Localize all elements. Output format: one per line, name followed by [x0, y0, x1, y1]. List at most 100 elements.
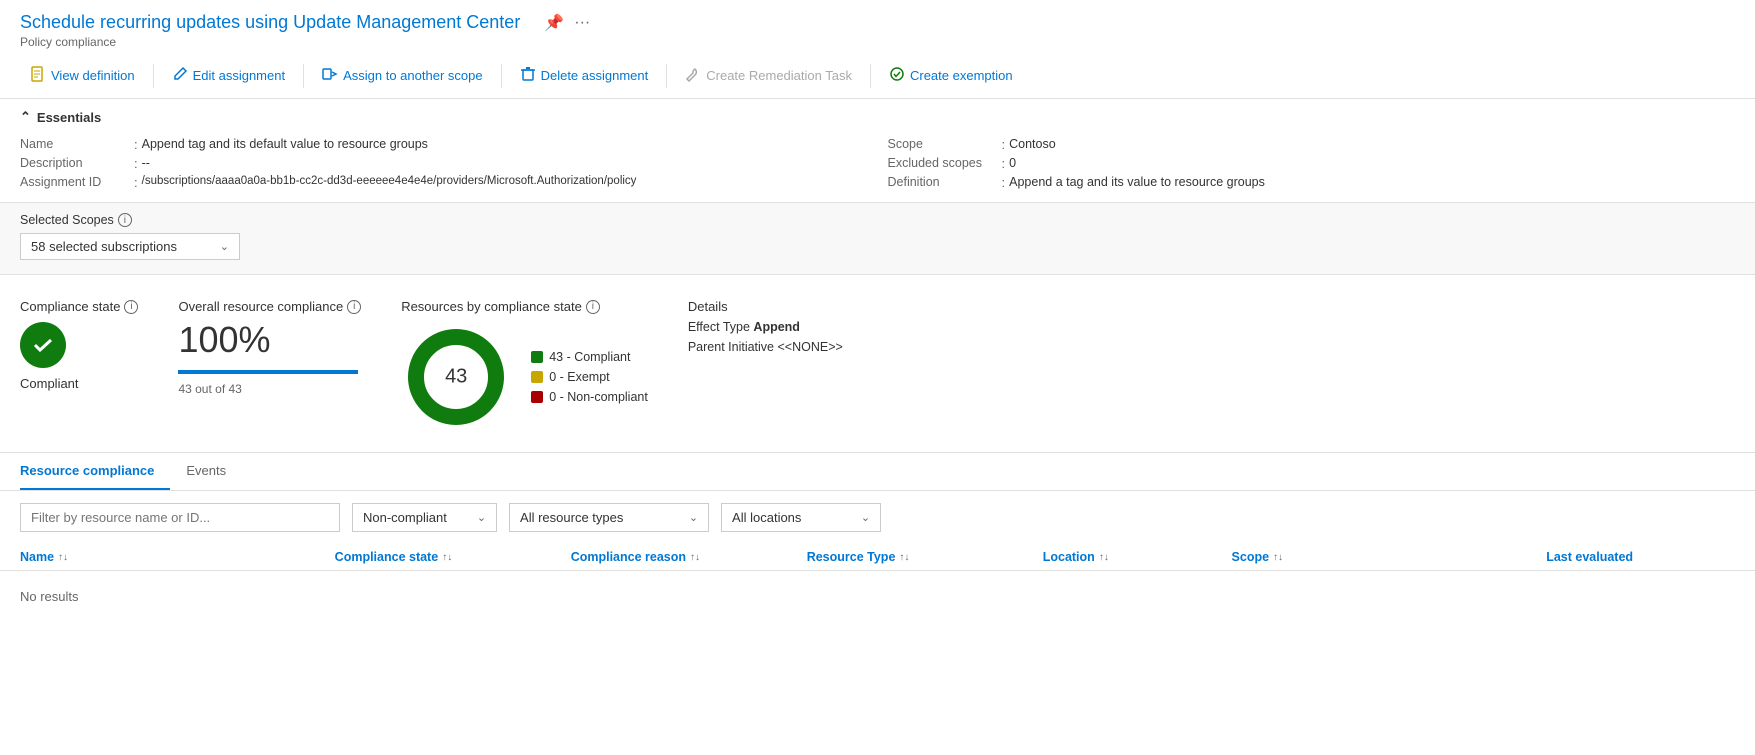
colon-3: : [134, 175, 138, 190]
overall-compliance-fraction: 43 out of 43 [178, 382, 361, 396]
assign-another-scope-label: Assign to another scope [343, 68, 482, 83]
essentials-value-scope: Contoso [1009, 137, 1056, 151]
th-compliance-state[interactable]: Compliance state ↑↓ [335, 550, 571, 564]
scopes-section: Selected Scopes i 58 selected subscripti… [0, 203, 1755, 275]
essentials-value-name: Append tag and its default value to reso… [142, 137, 428, 151]
essentials-label-scope: Scope [888, 137, 998, 151]
delete-assignment-label: Delete assignment [541, 68, 649, 83]
pencil-icon [172, 66, 188, 85]
th-scope[interactable]: Scope ↑↓ [1232, 550, 1547, 564]
th-compliance-state-label: Compliance state [335, 550, 439, 564]
essentials-label-excluded-scopes: Excluded scopes [888, 156, 998, 170]
check-circle-icon [889, 66, 905, 85]
th-location-label: Location [1043, 550, 1095, 564]
th-last-evaluated[interactable]: Last evaluated [1546, 550, 1735, 564]
donut-center-value: 43 [445, 366, 467, 389]
colon-4: : [1002, 137, 1006, 152]
donut-legend-row: 43 43 - Compliant 0 - Exempt 0 - Non-com… [401, 322, 648, 432]
view-definition-label: View definition [51, 68, 135, 83]
essentials-header[interactable]: ⌃ Essentials [20, 109, 1735, 125]
legend-exempt: 0 - Exempt [531, 370, 648, 384]
resource-type-filter-value: All resource types [520, 510, 623, 525]
colon-5: : [1002, 156, 1006, 171]
create-remediation-button[interactable]: Create Remediation Task [675, 61, 862, 90]
colon-1: : [134, 137, 138, 152]
resources-by-state-block: Resources by compliance state i 43 43 - … [401, 299, 648, 432]
chevron-down-icon: ⌄ [220, 240, 229, 253]
resource-type-filter-dropdown[interactable]: All resource types ⌄ [509, 503, 709, 532]
scope-dropdown[interactable]: 58 selected subscriptions ⌄ [20, 233, 240, 260]
essentials-row-definition: Definition : Append a tag and its value … [888, 173, 1736, 192]
essentials-value-description: -- [142, 156, 150, 170]
search-input[interactable] [20, 503, 340, 532]
resources-by-state-info-icon[interactable]: i [586, 300, 600, 314]
colon-6: : [1002, 175, 1006, 190]
assign-another-scope-button[interactable]: Assign to another scope [312, 61, 492, 90]
edit-assignment-label: Edit assignment [193, 68, 286, 83]
sort-name-icon: ↑↓ [58, 552, 68, 563]
separator-1 [153, 64, 154, 88]
th-compliance-reason[interactable]: Compliance reason ↑↓ [571, 550, 807, 564]
create-exemption-label: Create exemption [910, 68, 1013, 83]
chevron-up-icon: ⌃ [20, 109, 31, 125]
parent-initiative-value: <<NONE>> [778, 340, 843, 354]
view-definition-button[interactable]: View definition [20, 61, 145, 90]
essentials-value-assignment-id: /subscriptions/aaaa0a0a-bb1b-cc2c-dd3d-e… [142, 175, 637, 187]
essentials-row-scope: Scope : Contoso [888, 135, 1736, 154]
progress-bar-fill [178, 370, 358, 374]
compliant-label: 43 - Compliant [549, 350, 630, 364]
create-exemption-button[interactable]: Create exemption [879, 61, 1023, 90]
essentials-row-excluded-scopes: Excluded scopes : 0 [888, 154, 1736, 173]
scopes-info-icon[interactable]: i [118, 213, 132, 227]
essentials-section: ⌃ Essentials Name : Append tag and its d… [0, 99, 1755, 203]
resource-type-filter-chevron: ⌄ [689, 511, 698, 524]
compliance-state-info-icon[interactable]: i [124, 300, 138, 314]
overall-compliance-info-icon[interactable]: i [347, 300, 361, 314]
more-options-icon[interactable]: ··· [574, 14, 590, 32]
doc-icon [30, 66, 46, 85]
effect-type-value: Append [753, 320, 800, 334]
pin-icon[interactable]: 📌 [544, 13, 564, 33]
separator-5 [870, 64, 871, 88]
page-header: Schedule recurring updates using Update … [0, 0, 1755, 53]
legend: 43 - Compliant 0 - Exempt 0 - Non-compli… [531, 350, 648, 404]
scopes-label: Selected Scopes i [20, 213, 1735, 227]
th-resource-type[interactable]: Resource Type ↑↓ [807, 550, 1043, 564]
overall-compliance-block: Overall resource compliance i 100% 43 ou… [178, 299, 361, 396]
essentials-left: Name : Append tag and its default value … [20, 135, 868, 192]
essentials-right: Scope : Contoso Excluded scopes : 0 Defi… [888, 135, 1736, 192]
sort-compliance-state-icon: ↑↓ [442, 552, 452, 563]
delete-assignment-button[interactable]: Delete assignment [510, 61, 659, 90]
essentials-row-assignment-id: Assignment ID : /subscriptions/aaaa0a0a-… [20, 173, 868, 192]
tab-events[interactable]: Events [186, 453, 242, 490]
details-parent-initiative-row: Parent Initiative <<NONE>> [688, 340, 908, 354]
essentials-label-name: Name [20, 137, 130, 151]
essentials-row-description: Description : -- [20, 154, 868, 173]
compliance-state-label: Compliance state i [20, 299, 138, 314]
tab-resource-compliance-label: Resource compliance [20, 463, 154, 478]
tab-resource-compliance[interactable]: Resource compliance [20, 453, 170, 490]
location-filter-chevron: ⌄ [861, 511, 870, 524]
sort-resource-type-icon: ↑↓ [899, 552, 909, 563]
th-compliance-reason-label: Compliance reason [571, 550, 686, 564]
selected-scopes-text: Selected Scopes [20, 213, 114, 227]
resources-by-state-label: Resources by compliance state i [401, 299, 648, 314]
separator-2 [303, 64, 304, 88]
metrics-section: Compliance state i Compliant Overall res… [0, 275, 1755, 453]
edit-assignment-button[interactable]: Edit assignment [162, 61, 296, 90]
non-compliant-dot [531, 391, 543, 403]
compliance-check-icon [20, 322, 66, 368]
essentials-label: Essentials [37, 110, 101, 125]
compliance-filter-value: Non-compliant [363, 510, 447, 525]
compliance-state-block: Compliance state i Compliant [20, 299, 138, 391]
th-name[interactable]: Name ↑↓ [20, 550, 335, 564]
compliance-filter-dropdown[interactable]: Non-compliant ⌄ [352, 503, 497, 532]
compliant-text: Compliant [20, 376, 79, 391]
overall-compliance-pct: 100% [178, 322, 361, 358]
sort-location-icon: ↑↓ [1099, 552, 1109, 563]
table-body: No results [0, 571, 1755, 622]
location-filter-dropdown[interactable]: All locations ⌄ [721, 503, 881, 532]
th-location[interactable]: Location ↑↓ [1043, 550, 1232, 564]
legend-compliant: 43 - Compliant [531, 350, 648, 364]
assign-icon [322, 66, 338, 85]
